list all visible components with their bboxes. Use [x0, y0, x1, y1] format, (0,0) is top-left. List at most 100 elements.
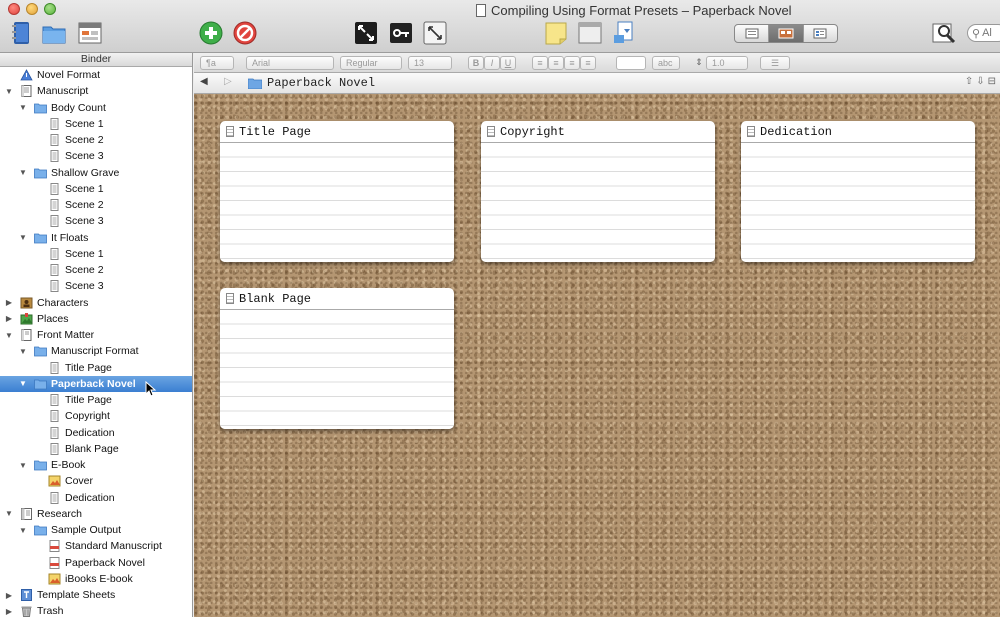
index-card-title[interactable]: Dedication: [760, 125, 832, 139]
back-button[interactable]: ◀: [200, 76, 208, 87]
italic-button[interactable]: I: [484, 56, 500, 70]
disclosure-closed-icon[interactable]: ▶: [4, 298, 14, 307]
previous-document-icon[interactable]: ⇧: [965, 76, 973, 87]
window-zoom-button[interactable]: [44, 3, 56, 15]
disclosure-open-icon[interactable]: ▼: [4, 331, 14, 340]
composition-mode-button[interactable]: [76, 19, 104, 47]
disclosure-open-icon[interactable]: ▼: [18, 526, 28, 535]
binder-item[interactable]: ▼ Sample Output: [0, 522, 192, 538]
binder-item[interactable]: ▼ E-Book: [0, 457, 192, 473]
binder-item[interactable]: Scene 2: [0, 197, 192, 213]
binder-item[interactable]: Scene 1: [0, 181, 192, 197]
outliner-view-button[interactable]: [804, 25, 837, 42]
window-minimize-button[interactable]: [26, 3, 38, 15]
index-card-title[interactable]: Copyright: [500, 125, 565, 139]
binder-item[interactable]: Title Page: [0, 392, 192, 408]
font-family-select[interactable]: Arial: [246, 56, 334, 70]
highlight-select[interactable]: abc: [652, 56, 680, 70]
editor-header-title[interactable]: Paperback Novel: [267, 76, 375, 90]
binder-item[interactable]: ▶ Characters: [0, 295, 192, 311]
disclosure-open-icon[interactable]: ▼: [18, 379, 28, 388]
index-card-synopsis[interactable]: [220, 310, 454, 429]
binder-item[interactable]: ▼ It Floats: [0, 230, 192, 246]
disclosure-open-icon[interactable]: ▼: [18, 461, 28, 470]
binder-item[interactable]: ▼ Shallow Grave: [0, 165, 192, 181]
align-center-button[interactable]: ≡: [548, 56, 564, 70]
collections-button[interactable]: [40, 19, 68, 47]
binder-toggle-button[interactable]: [8, 19, 36, 47]
index-card-synopsis[interactable]: [220, 143, 454, 262]
binder-item[interactable]: Standard Manuscript: [0, 538, 192, 554]
index-card-title[interactable]: Title Page: [239, 125, 311, 139]
disclosure-open-icon[interactable]: ▼: [18, 103, 28, 112]
binder-item[interactable]: Scene 3: [0, 148, 192, 164]
window-close-button[interactable]: [8, 3, 20, 15]
index-card-title-bar[interactable]: Title Page: [220, 121, 454, 143]
binder-item[interactable]: Blank Page: [0, 441, 192, 457]
binder-item[interactable]: iBooks E-book: [0, 571, 192, 587]
project-notes-button[interactable]: [542, 19, 570, 47]
scrivenings-view-button[interactable]: [735, 25, 770, 42]
disclosure-open-icon[interactable]: ▼: [4, 509, 14, 518]
binder-item[interactable]: ▼ Front Matter: [0, 327, 192, 343]
font-size-select[interactable]: 13: [408, 56, 452, 70]
text-color-well[interactable]: [616, 56, 646, 70]
index-card-synopsis[interactable]: [741, 143, 975, 262]
disclosure-open-icon[interactable]: ▼: [4, 87, 14, 96]
corkboard-view-button[interactable]: [769, 25, 804, 42]
index-card[interactable]: Copyright: [481, 121, 715, 262]
layout-button[interactable]: [576, 19, 604, 47]
add-button[interactable]: [197, 19, 225, 47]
font-weight-select[interactable]: Regular: [340, 56, 402, 70]
inspector-button[interactable]: [930, 19, 958, 47]
full-screen-button[interactable]: [352, 19, 380, 47]
binder-item[interactable]: ▶ Template Sheets: [0, 587, 192, 603]
binder-item[interactable]: ▶ Places: [0, 311, 192, 327]
disclosure-open-icon[interactable]: ▼: [18, 168, 28, 177]
bold-button[interactable]: B: [468, 56, 484, 70]
disclosure-open-icon[interactable]: ▼: [18, 233, 28, 242]
disclosure-closed-icon[interactable]: ▶: [4, 591, 14, 600]
binder-item[interactable]: Scene 1: [0, 116, 192, 132]
disclosure-open-icon[interactable]: ▼: [18, 347, 28, 356]
binder-item[interactable]: ▼ Body Count: [0, 100, 192, 116]
quick-reference-button[interactable]: [421, 19, 449, 47]
binder-item[interactable]: Scene 3: [0, 278, 192, 294]
binder-item[interactable]: Paperback Novel: [0, 555, 192, 571]
split-editor-icon[interactable]: ⊟: [988, 76, 996, 87]
search-field[interactable]: ⚲ Al: [967, 24, 1000, 42]
line-spacing-select[interactable]: 1.0: [706, 56, 748, 70]
binder-item[interactable]: Scene 3: [0, 213, 192, 229]
binder-item[interactable]: ▼ Paperback Novel: [0, 375, 192, 392]
binder-item[interactable]: Copyright: [0, 408, 192, 424]
binder-item[interactable]: Scene 2: [0, 262, 192, 278]
binder-item[interactable]: Novel Format: [0, 67, 192, 83]
binder-item[interactable]: ▼ Manuscript: [0, 83, 192, 99]
index-card-title-bar[interactable]: Dedication: [741, 121, 975, 143]
forward-button[interactable]: ▷: [224, 76, 232, 87]
index-card[interactable]: Blank Page: [220, 288, 454, 429]
align-left-button[interactable]: ≡: [532, 56, 548, 70]
binder-item[interactable]: Title Page: [0, 360, 192, 376]
index-card-title-bar[interactable]: Copyright: [481, 121, 715, 143]
list-style-select[interactable]: ☰: [760, 56, 790, 70]
binder-item[interactable]: ▼ Research: [0, 506, 192, 522]
binder-item[interactable]: Dedication: [0, 490, 192, 506]
index-card-title-bar[interactable]: Blank Page: [220, 288, 454, 310]
justify-button[interactable]: ≡: [580, 56, 596, 70]
next-document-icon[interactable]: ⇩: [976, 76, 984, 87]
index-card[interactable]: Title Page: [220, 121, 454, 262]
disclosure-closed-icon[interactable]: ▶: [4, 314, 14, 323]
delete-button[interactable]: [231, 19, 259, 47]
binder-item[interactable]: Scene 2: [0, 132, 192, 148]
index-card[interactable]: Dedication: [741, 121, 975, 262]
binder-item[interactable]: ▼ Manuscript Format: [0, 343, 192, 359]
underline-button[interactable]: U: [500, 56, 516, 70]
keywords-button[interactable]: [387, 19, 415, 47]
index-card-title[interactable]: Blank Page: [239, 292, 311, 306]
binder-item[interactable]: Scene 1: [0, 246, 192, 262]
document-proxy-icon[interactable]: [476, 3, 486, 17]
binder-item[interactable]: Cover: [0, 473, 192, 489]
binder-item[interactable]: Dedication: [0, 425, 192, 441]
align-right-button[interactable]: ≡: [564, 56, 580, 70]
